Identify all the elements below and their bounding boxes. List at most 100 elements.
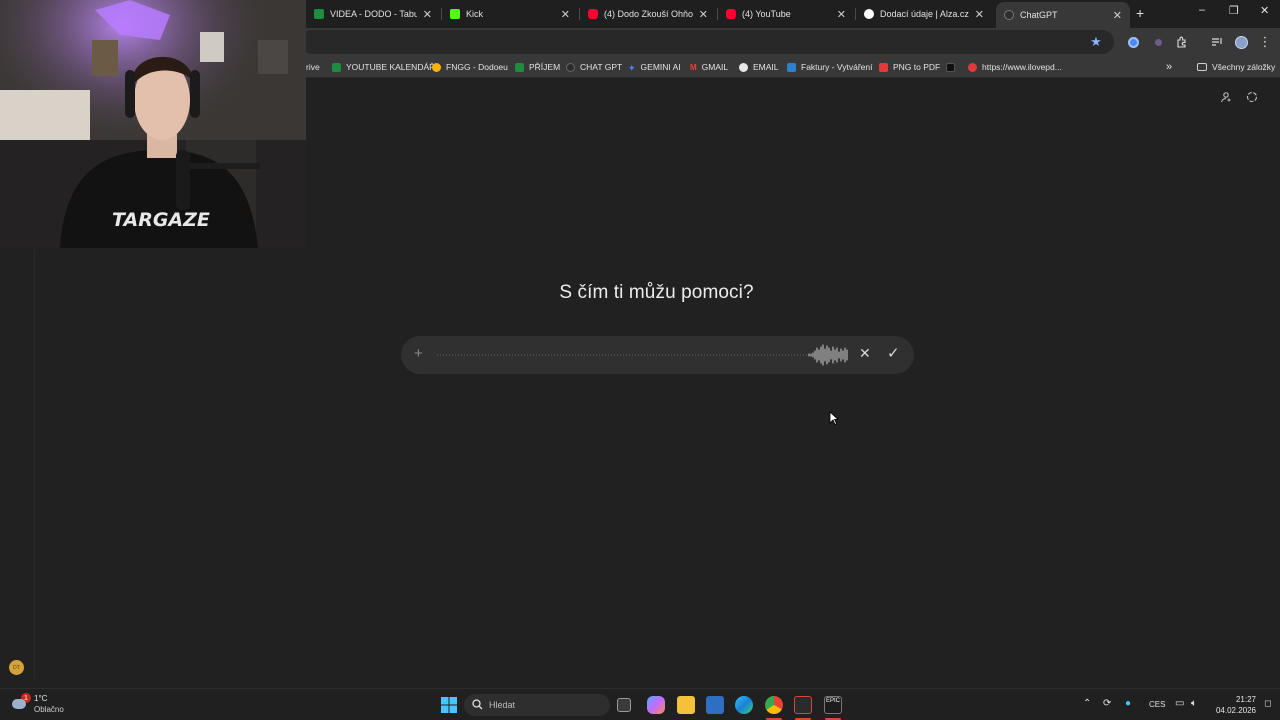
bookmark-label: PŘÍJEM xyxy=(529,62,561,72)
bookmark-chat-gpt[interactable]: CHAT GPT xyxy=(566,60,622,74)
edge-icon[interactable] xyxy=(735,696,753,714)
sheets-icon xyxy=(332,62,341,72)
tab-youtube-video[interactable]: (4) Dodo Zkouší Ohňostr ✕ xyxy=(580,4,716,24)
add-attachment-button[interactable]: + xyxy=(414,345,423,362)
sidebar-divider xyxy=(34,249,35,679)
copilot-icon[interactable] xyxy=(647,696,665,714)
task-view-icon[interactable] xyxy=(617,698,631,712)
voice-composer[interactable]: + ✕ ✓ xyxy=(401,336,914,374)
bookmark-faktury[interactable]: Faktury - Vytváření xyxy=(787,60,872,74)
start-button[interactable] xyxy=(440,696,458,714)
extension-dot-icon[interactable] xyxy=(1150,34,1166,50)
ilovepdf-icon xyxy=(968,62,977,72)
epic-games-icon[interactable]: EPIC xyxy=(824,696,842,714)
close-tab-icon[interactable]: ✕ xyxy=(975,8,984,21)
svg-text:TARGAZE: TARGAZE xyxy=(112,209,210,231)
chrome-icon[interactable] xyxy=(765,696,783,714)
audio-timeline xyxy=(436,354,808,356)
bookmark-ilovepdf[interactable]: https://www.ilovepd... xyxy=(968,60,1062,74)
temporary-chat-icon[interactable] xyxy=(1246,91,1258,106)
media-controls-icon[interactable] xyxy=(1209,34,1225,50)
page-title: S čím ti můžu pomoci? xyxy=(559,282,754,303)
notifications-icon[interactable]: ◻ xyxy=(1264,698,1271,709)
bookmark-star-icon[interactable]: ★ xyxy=(1088,34,1104,50)
bookmark-label: rive xyxy=(306,62,320,72)
bookmark-label: YOUTUBE KALENDÁŘ xyxy=(346,62,436,72)
close-tab-icon[interactable]: ✕ xyxy=(699,8,708,21)
bookmark-email[interactable]: EMAIL xyxy=(739,60,779,74)
taskbar-search[interactable]: Hledat xyxy=(464,694,610,716)
fngg-icon xyxy=(432,62,441,72)
youtube-icon xyxy=(726,9,736,19)
account-icon[interactable] xyxy=(1220,91,1232,106)
cancel-dictation-button[interactable]: ✕ xyxy=(859,345,871,362)
bookmark-drive[interactable]: rive xyxy=(306,60,320,74)
restore-button[interactable]: ❐ xyxy=(1229,4,1239,17)
clock[interactable]: 21:27 04.02.2026 xyxy=(1208,694,1256,716)
tab-title: ChatGPT xyxy=(1020,10,1058,20)
page-icon xyxy=(946,62,955,72)
chatgpt-icon xyxy=(566,62,575,72)
tab-youtube[interactable]: (4) YouTube ✕ xyxy=(718,4,854,24)
more-menu-icon[interactable]: ⋮ xyxy=(1257,34,1273,50)
microphone-icon[interactable]: ● xyxy=(1125,698,1131,709)
volume-icon[interactable]: 🔈︎ xyxy=(1191,698,1197,709)
new-tab-button[interactable]: + xyxy=(1136,5,1144,21)
bookmarks-overflow-button[interactable]: » xyxy=(1166,60,1172,74)
capcut-icon[interactable] xyxy=(794,696,812,714)
tab-videa-dodo[interactable]: VIDEA - DODO - Tabulky ✕ xyxy=(306,4,440,24)
search-placeholder: Hledat xyxy=(489,700,516,710)
clock-time: 21:27 xyxy=(1235,695,1256,704)
minimize-button[interactable]: – xyxy=(1199,4,1205,16)
bookmark-prijem[interactable]: PŘÍJEM xyxy=(515,60,560,74)
submit-dictation-button[interactable]: ✓ xyxy=(887,344,900,362)
screen: VIDEA - DODO - Tabulky ✕ Kick ✕ (4) Dodo… xyxy=(0,0,1280,720)
close-window-button[interactable]: ✕ xyxy=(1260,4,1269,17)
close-tab-icon[interactable]: ✕ xyxy=(1113,9,1122,22)
bookmark-label: Faktury - Vytváření xyxy=(801,62,873,72)
bookmark-youtube-kalendar[interactable]: YOUTUBE KALENDÁŘ xyxy=(332,60,435,74)
bookmark-fngg[interactable]: FNGG - Dodoeu xyxy=(432,60,508,74)
user-avatar[interactable]: DT xyxy=(9,660,24,675)
tab-title: VIDEA - DODO - Tabulky xyxy=(330,9,417,19)
bookmark-label: EMAIL xyxy=(753,62,779,72)
extensions-puzzle-icon[interactable] xyxy=(1174,34,1190,50)
gemini-icon: ✦ xyxy=(628,62,636,73)
invoice-icon xyxy=(787,62,796,72)
alza-icon xyxy=(864,9,874,19)
tab-title: Kick xyxy=(466,9,484,19)
profile-avatar-icon[interactable] xyxy=(1233,34,1249,50)
weather-temperature: 1°C xyxy=(34,694,48,703)
bookmark-gmail[interactable]: M GMAIL xyxy=(690,60,728,74)
bookmark-png-to-pdf[interactable]: PNG to PDF xyxy=(879,60,940,74)
close-tab-icon[interactable]: ✕ xyxy=(837,8,846,21)
file-explorer-icon[interactable] xyxy=(677,696,695,714)
close-tab-icon[interactable]: ✕ xyxy=(423,8,432,21)
search-icon xyxy=(472,699,483,710)
youtube-icon xyxy=(588,9,598,19)
language-indicator[interactable]: CES xyxy=(1149,700,1165,709)
weather-condition: Oblačno xyxy=(34,705,64,714)
close-tab-icon[interactable]: ✕ xyxy=(561,8,570,21)
mail-app-icon[interactable] xyxy=(706,696,724,714)
kick-icon xyxy=(450,9,460,19)
voice-waveform-icon xyxy=(808,344,848,366)
weather-widget[interactable]: 1 1°C Oblačno xyxy=(8,693,88,717)
tab-alza[interactable]: Dodací údaje | Alza.cz ✕ xyxy=(856,4,992,24)
pdf-icon xyxy=(879,62,888,72)
tab-title: (4) YouTube xyxy=(742,9,791,19)
tray-overflow-icon[interactable]: ⌃ xyxy=(1083,698,1091,709)
bookmark-gemini[interactable]: ✦ GEMINI AI xyxy=(628,60,681,74)
sync-icon[interactable]: ⟳ xyxy=(1103,698,1111,709)
bookmark-label: GEMINI AI xyxy=(640,62,681,72)
address-bar[interactable]: ★ xyxy=(300,30,1114,54)
tab-kick[interactable]: Kick ✕ xyxy=(442,4,578,24)
extension-blue-icon[interactable] xyxy=(1125,34,1141,50)
bookmark-black[interactable] xyxy=(946,60,960,74)
windows-taskbar: 1 1°C Oblačno Hledat EPIC ⌃ ⟳ ● CES ▭ 🔈︎… xyxy=(0,688,1280,720)
all-bookmarks-folder[interactable]: Všechny záložky xyxy=(1197,60,1275,74)
tab-chatgpt[interactable]: ChatGPT ✕ xyxy=(996,2,1130,28)
email-icon xyxy=(739,62,748,72)
network-icon[interactable]: ▭ xyxy=(1175,698,1184,709)
bookmark-label: CHAT GPT xyxy=(580,62,623,72)
